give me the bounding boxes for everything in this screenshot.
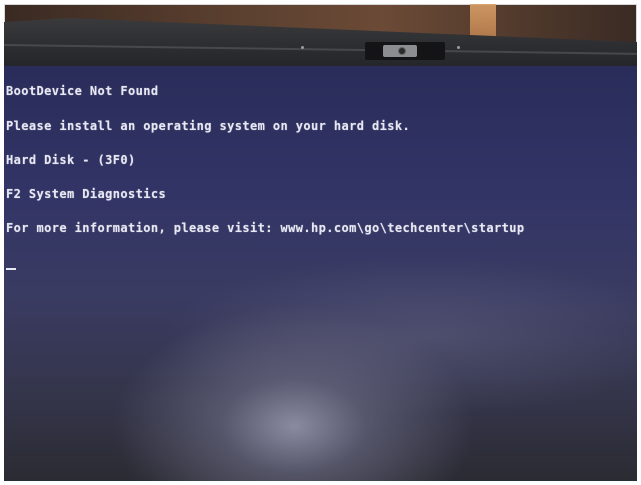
hard-disk-error-code-line: Hard Disk - (3F0)	[6, 153, 136, 167]
boot-error-line: BootDevice Not Found	[6, 84, 159, 98]
microphone-icon	[301, 46, 304, 49]
microphone-icon	[457, 46, 460, 49]
install-os-line: Please install an operating system on yo…	[6, 119, 411, 133]
text-cursor	[6, 268, 16, 270]
more-info-url-line: For more information, please visit: www.…	[6, 221, 525, 235]
photo-frame: BootDevice Not Found Please install an o…	[0, 0, 641, 485]
webcam-lens-icon	[398, 47, 406, 55]
diagnostics-hint-line: F2 System Diagnostics	[6, 187, 167, 201]
background-light-streak	[470, 4, 496, 40]
laptop-screen: BootDevice Not Found Please install an o…	[4, 66, 637, 481]
